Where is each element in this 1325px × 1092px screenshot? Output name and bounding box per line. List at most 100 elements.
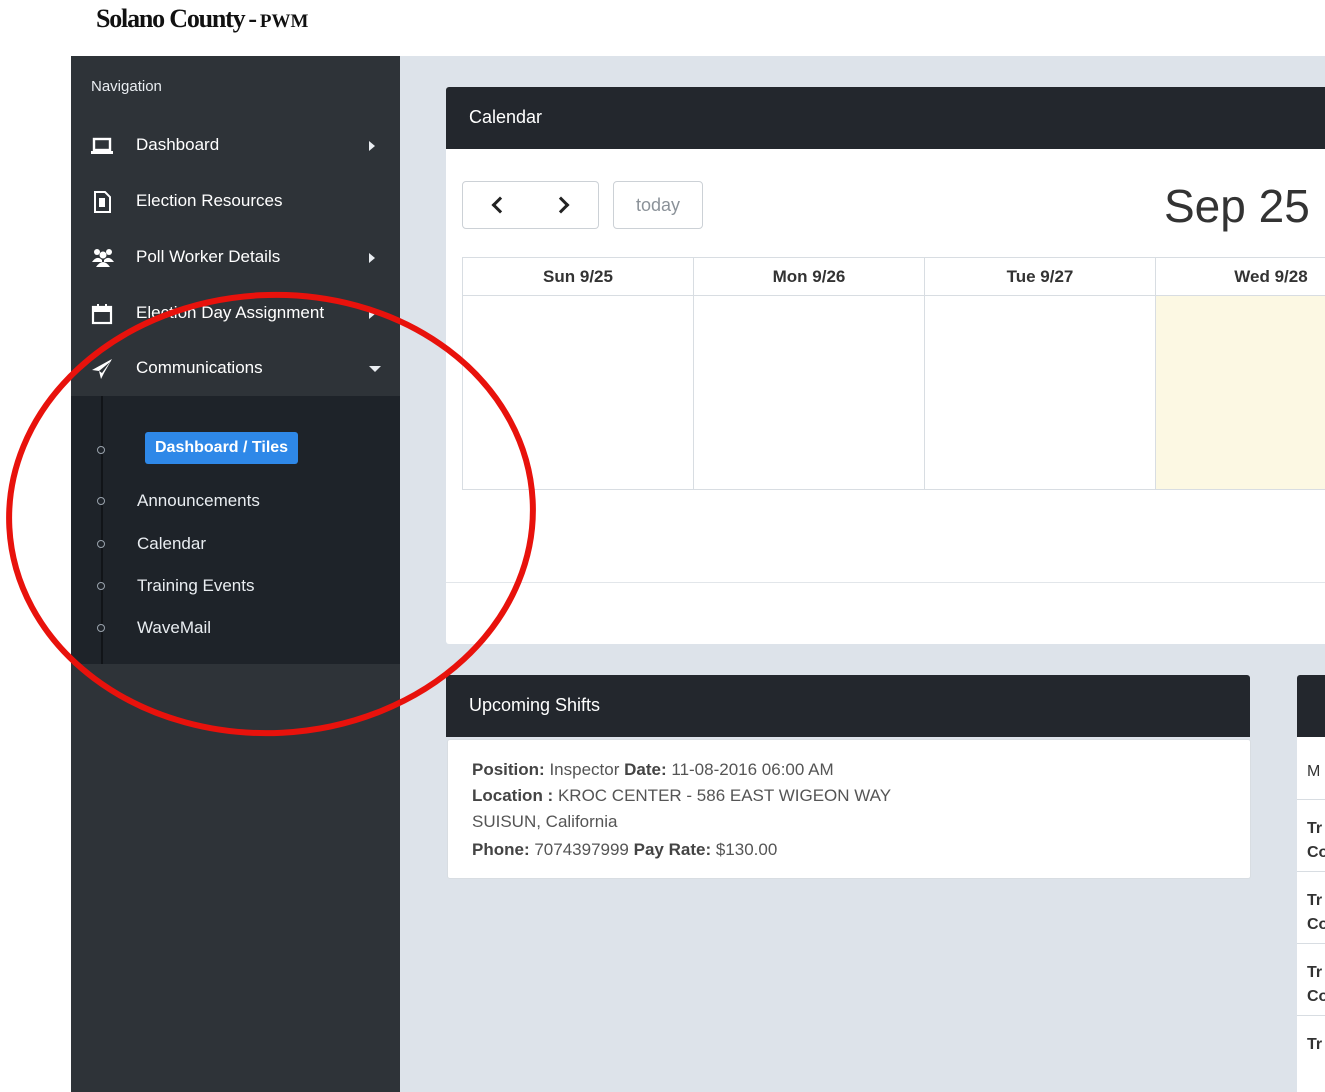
communications-submenu: Dashboard / Tiles Announcements Calendar… xyxy=(71,396,400,664)
day-cell[interactable] xyxy=(694,296,924,489)
position-label: Position: xyxy=(472,760,545,779)
upcoming-shifts-header: Upcoming Shifts xyxy=(446,675,1250,737)
day-header: Mon 9/26 xyxy=(694,258,924,296)
bullet-icon xyxy=(97,446,105,454)
list-item-text: Tr xyxy=(1307,892,1323,909)
submenu-label: Announcements xyxy=(137,491,260,510)
caret-right-icon xyxy=(369,253,375,263)
sidebar: Navigation Dashboard Election Resources … xyxy=(71,56,400,1092)
sidebar-item-label: Poll Worker Details xyxy=(136,247,281,266)
paper-plane-icon xyxy=(91,358,113,380)
prev-button[interactable] xyxy=(462,181,532,229)
calendar-panel: Calendar today Sep 25 Sun 9/25 Mon 9/26 … xyxy=(446,87,1325,644)
shift-line-location: Location : KROC CENTER - 586 EAST WIGEON… xyxy=(472,786,891,806)
sidebar-item-election-resources[interactable]: Election Resources xyxy=(71,175,400,231)
main-content: Calendar today Sep 25 Sun 9/25 Mon 9/26 … xyxy=(400,56,1325,1092)
day-column: Tue 9/27 xyxy=(925,258,1156,490)
calendar-panel-header: Calendar xyxy=(446,87,1325,149)
file-icon xyxy=(91,191,113,213)
right-panel: M Tr Co Tr Co Tr Co Tr xyxy=(1297,675,1325,1092)
list-item[interactable]: Tr Co xyxy=(1297,800,1325,872)
sidebar-item-dashboard[interactable]: Dashboard xyxy=(71,119,400,175)
bullet-icon xyxy=(97,624,105,632)
phone-label: Phone: xyxy=(472,840,530,859)
brand-separator: - xyxy=(248,4,257,33)
right-panel-header xyxy=(1297,675,1325,737)
payrate-label: Pay Rate: xyxy=(633,840,712,859)
list-item-text: M xyxy=(1307,763,1321,780)
chevron-left-icon xyxy=(491,196,509,214)
list-item[interactable]: Tr Co xyxy=(1297,872,1325,944)
sidebar-item-election-day-assignment[interactable]: Election Day Assignment xyxy=(71,287,400,343)
day-cell[interactable] xyxy=(463,296,693,489)
caret-right-icon xyxy=(369,141,375,151)
active-pill: Dashboard / Tiles xyxy=(145,432,299,464)
brand-sub: PWM xyxy=(259,11,309,32)
submenu-item-training-events[interactable]: Training Events xyxy=(71,569,400,605)
day-column: Mon 9/26 xyxy=(694,258,925,490)
sidebar-item-label: Election Resources xyxy=(136,191,283,210)
sidebar-item-label: Communications xyxy=(136,358,263,377)
list-item-text: Co xyxy=(1307,844,1325,861)
position-value: Inspector xyxy=(549,760,620,779)
day-cell-today[interactable] xyxy=(1156,296,1325,489)
upcoming-shifts-panel: Upcoming Shifts xyxy=(446,675,1250,737)
brand-name: Solano County xyxy=(96,4,246,33)
nav-caption: Navigation xyxy=(91,78,162,95)
bullet-icon xyxy=(97,540,105,548)
next-button[interactable] xyxy=(530,181,599,229)
list-item-text: Tr xyxy=(1307,1036,1323,1053)
calendar-week-grid: Sun 9/25 Mon 9/26 Tue 9/27 Wed 9/28 xyxy=(462,257,1325,490)
shift-card: Position: Inspector Date: 11-08-2016 06:… xyxy=(447,739,1251,879)
chevron-right-icon xyxy=(552,196,570,214)
location-value: KROC CENTER - 586 EAST WIGEON WAY xyxy=(557,786,892,805)
bullet-icon xyxy=(97,582,105,590)
day-header: Wed 9/28 xyxy=(1156,258,1325,296)
phone-value: 7074397999 xyxy=(534,840,629,859)
list-item[interactable]: M xyxy=(1297,737,1325,800)
list-item-text: Tr xyxy=(1307,820,1323,837)
shift-line-phone: Phone: 7074397999 Pay Rate: $130.00 xyxy=(472,840,777,860)
bullet-icon xyxy=(97,497,105,505)
sidebar-item-label: Election Day Assignment xyxy=(136,303,325,322)
submenu-item-dashboard-tiles[interactable]: Dashboard / Tiles xyxy=(71,432,400,468)
sidebar-item-communications[interactable]: Communications xyxy=(71,342,400,398)
submenu-item-announcements[interactable]: Announcements xyxy=(71,484,400,520)
date-value: 11-08-2016 06:00 AM xyxy=(671,760,834,779)
shift-line-city: SUISUN, California xyxy=(472,812,618,832)
submenu-label: Training Events xyxy=(137,576,255,595)
top-bar: Solano County - PWM xyxy=(0,0,1325,56)
submenu-label: WaveMail xyxy=(137,618,211,637)
sidebar-item-label: Dashboard xyxy=(136,135,220,154)
city-value: SUISUN, California xyxy=(472,812,618,831)
caret-right-icon xyxy=(369,309,375,319)
users-icon xyxy=(91,247,114,269)
submenu-item-calendar[interactable]: Calendar xyxy=(71,527,400,563)
caret-down-icon xyxy=(369,366,381,372)
day-column-today: Wed 9/28 xyxy=(1156,258,1325,490)
payrate-value: $130.00 xyxy=(715,840,778,859)
panel-divider xyxy=(446,582,1325,583)
calendar-title: Sep 25 xyxy=(1164,180,1310,232)
day-cell[interactable] xyxy=(925,296,1155,489)
submenu-label: Calendar xyxy=(137,534,206,553)
day-column: Sun 9/25 xyxy=(463,258,694,490)
list-item-text: Co xyxy=(1307,916,1325,933)
today-button[interactable]: today xyxy=(613,181,703,229)
calendar-panel-title: Calendar xyxy=(469,107,543,127)
list-item[interactable]: Tr Co xyxy=(1297,944,1325,1016)
location-label: Location : xyxy=(472,786,554,805)
day-header: Tue 9/27 xyxy=(925,258,1155,296)
date-label: Date: xyxy=(624,760,667,779)
submenu-item-wavemail[interactable]: WaveMail xyxy=(71,611,400,647)
upcoming-shifts-title: Upcoming Shifts xyxy=(469,695,601,715)
sidebar-item-poll-worker-details[interactable]: Poll Worker Details xyxy=(71,231,400,287)
laptop-icon xyxy=(91,135,113,157)
list-item[interactable]: Tr xyxy=(1297,1016,1325,1087)
calendar-icon xyxy=(91,303,113,325)
shift-line-position: Position: Inspector Date: 11-08-2016 06:… xyxy=(472,760,834,780)
brand-logo[interactable]: Solano County - PWM xyxy=(96,4,308,34)
list-item-text: Co xyxy=(1307,988,1325,1005)
day-header: Sun 9/25 xyxy=(463,258,693,296)
list-item-text: Tr xyxy=(1307,964,1323,981)
